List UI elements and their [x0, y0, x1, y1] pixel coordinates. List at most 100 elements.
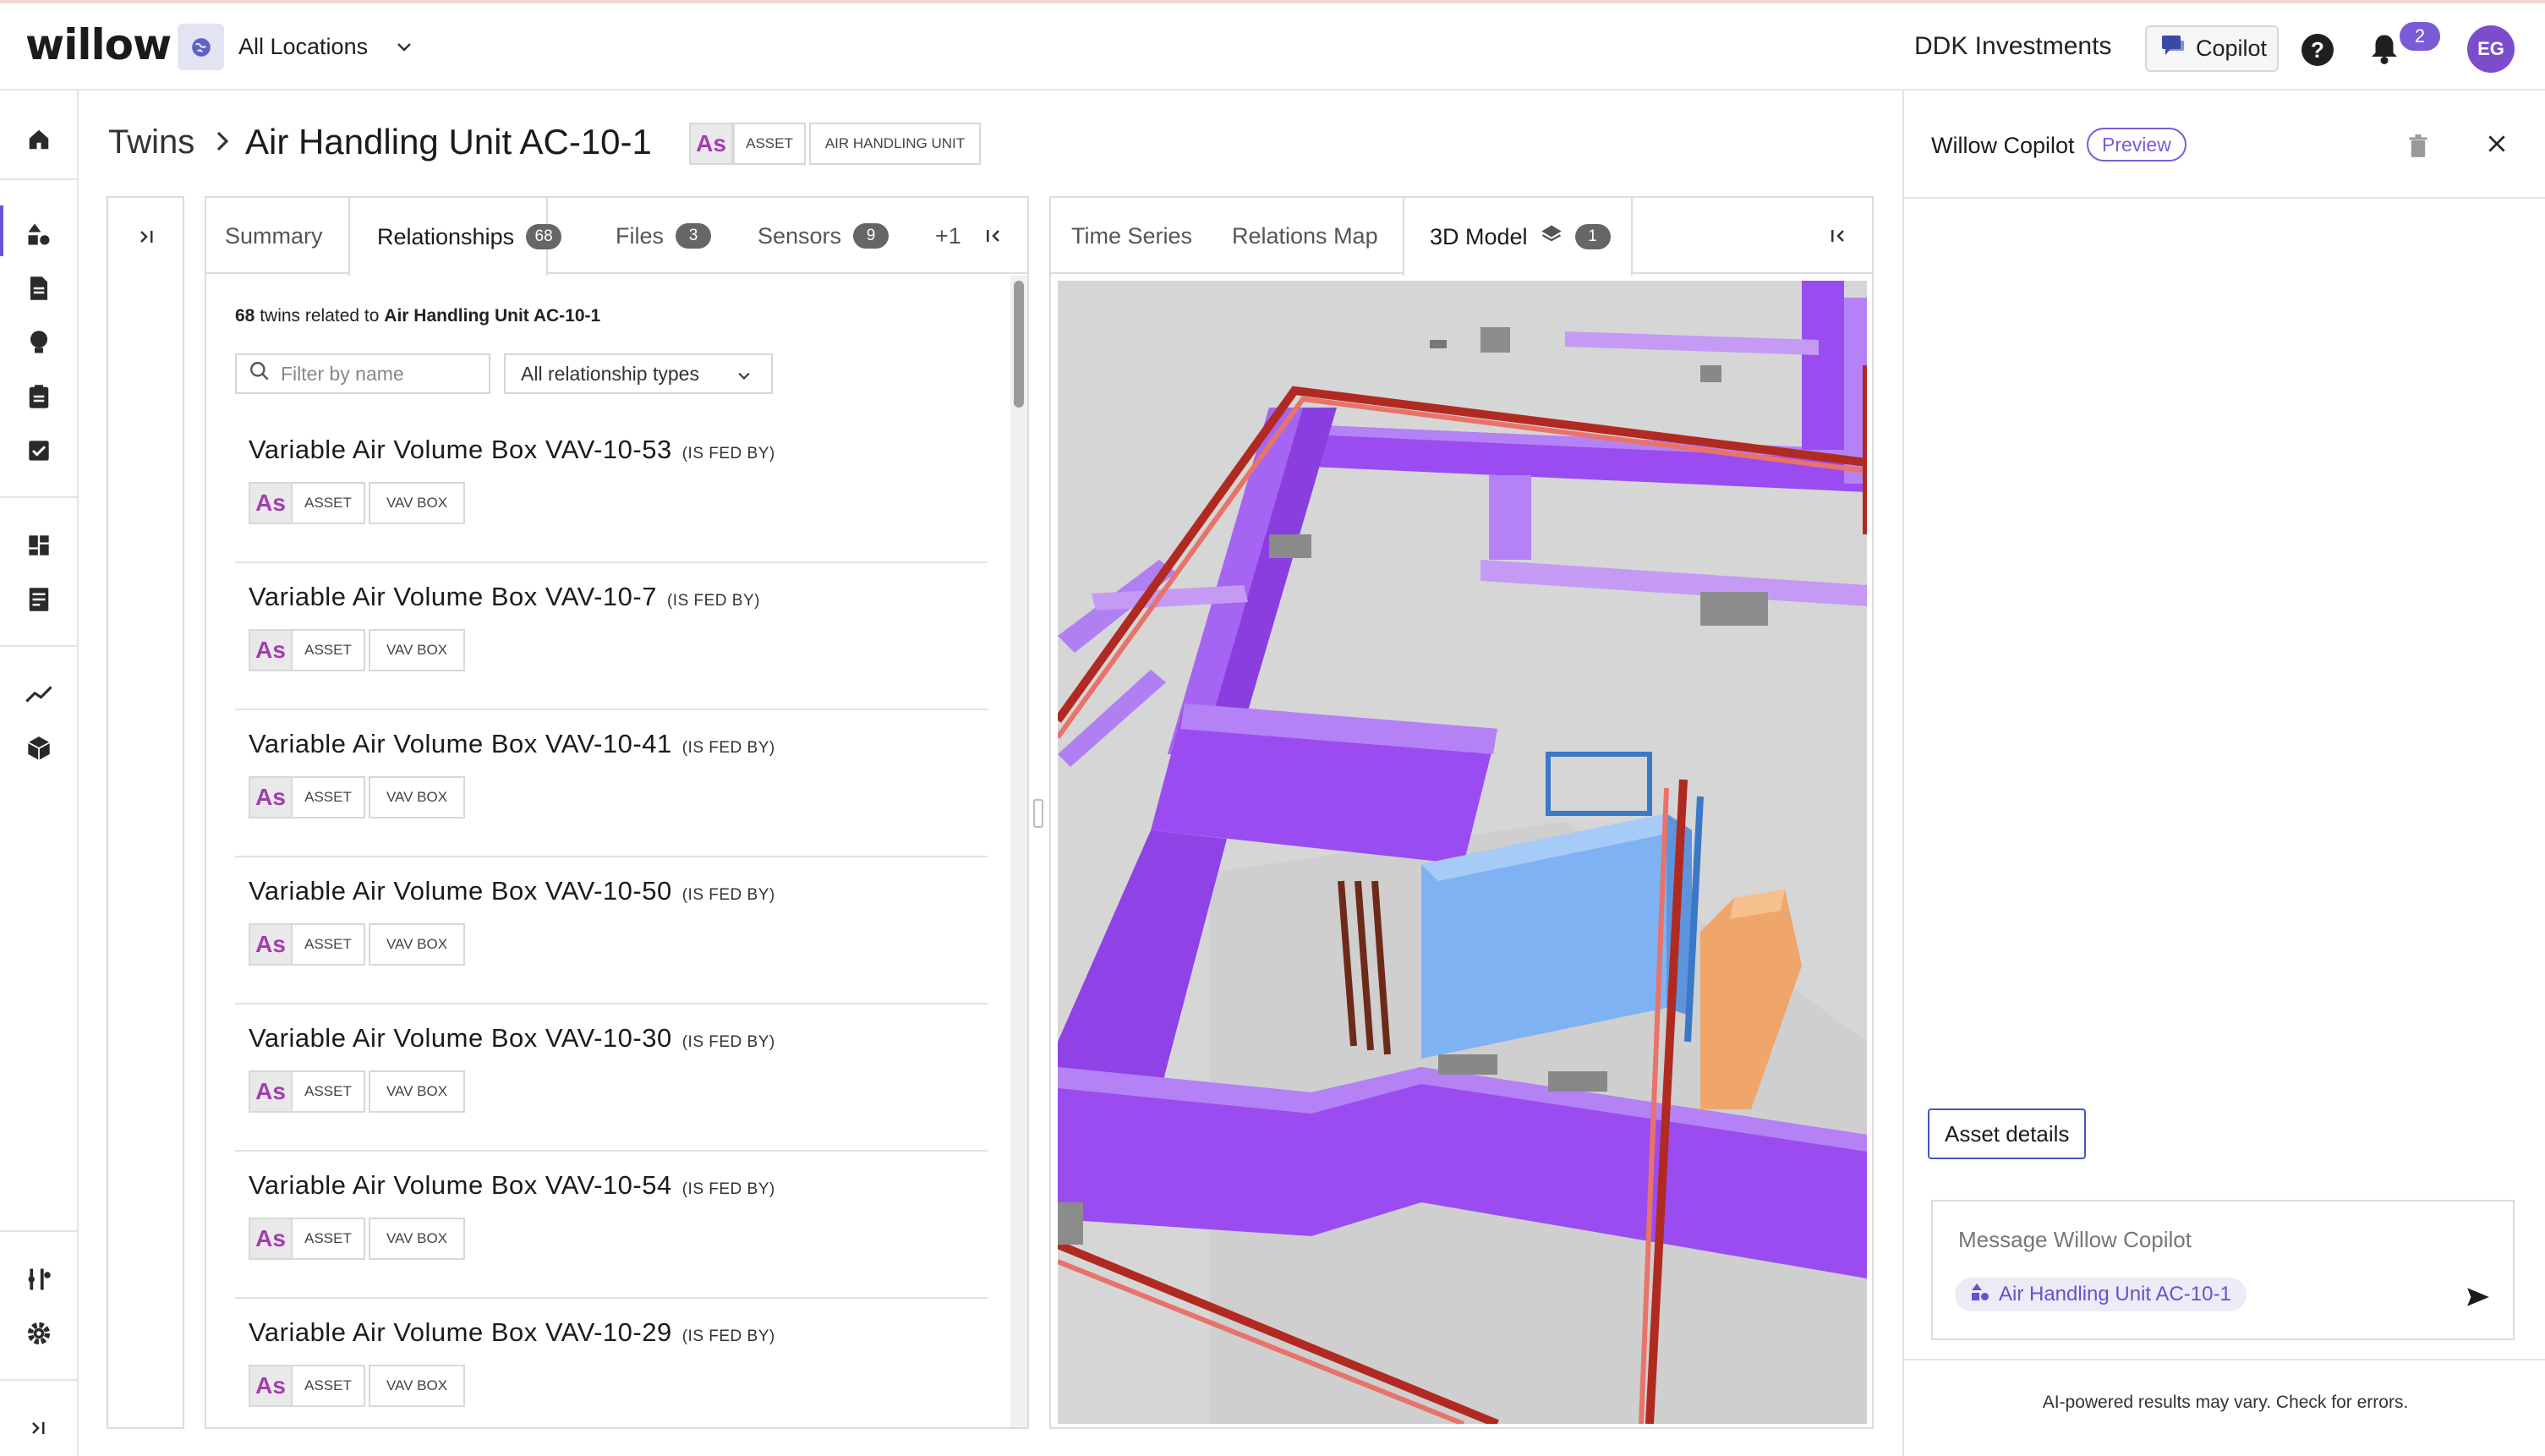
- summary-target: Air Handling Unit AC-10-1: [384, 306, 601, 326]
- relationship-label: (IS FED BY): [681, 1033, 775, 1051]
- category-chip: AIR HANDLING UNIT: [809, 123, 981, 165]
- list-item[interactable]: Variable Air Volume Box VAV-10-50 (IS FED…: [235, 857, 988, 1004]
- asset-chip: ASSET: [291, 482, 365, 524]
- breadcrumb-root[interactable]: Twins: [108, 123, 194, 161]
- chevron-down-icon[interactable]: [394, 37, 414, 62]
- tab-sensors-label: Sensors: [758, 222, 842, 249]
- tab-files[interactable]: Files 3: [616, 198, 712, 274]
- summary-text: twins related to: [260, 306, 380, 326]
- panel-resize-handle[interactable]: [1033, 799, 1043, 828]
- nav-divider: [0, 1379, 79, 1381]
- list-item[interactable]: Variable Air Volume Box VAV-10-53 (IS FED…: [235, 416, 988, 563]
- relationship-label: (IS FED BY): [681, 1180, 775, 1198]
- list-item[interactable]: Variable Air Volume Box VAV-10-7 (IS FED …: [235, 563, 988, 710]
- location-selector[interactable]: All Locations: [238, 34, 368, 60]
- tab-summary[interactable]: Summary: [225, 198, 323, 274]
- twin-name[interactable]: Variable Air Volume Box VAV-10-53: [249, 435, 672, 464]
- tab-relations-map[interactable]: Relations Map: [1232, 198, 1378, 274]
- twins-icon[interactable]: [24, 219, 54, 249]
- category-chip: VAV BOX: [369, 776, 465, 818]
- sensors-count-badge: 9: [853, 223, 889, 249]
- asset-chip: ASSET: [291, 1365, 365, 1407]
- preview-badge: Preview: [2087, 128, 2187, 161]
- category-chip: VAV BOX: [369, 629, 465, 671]
- clipboard-icon[interactable]: [24, 381, 54, 412]
- tab-more[interactable]: +1: [935, 198, 961, 274]
- list-item[interactable]: Variable Air Volume Box VAV-10-30 (IS FED…: [235, 1004, 988, 1152]
- settings-gear-icon[interactable]: [24, 1318, 54, 1349]
- tasks-check-icon[interactable]: [24, 435, 54, 466]
- model-count-badge: 1: [1574, 224, 1611, 249]
- category-chip: VAV BOX: [369, 1070, 465, 1113]
- reports-icon[interactable]: [24, 584, 54, 615]
- organization-name: DDK Investments: [1914, 32, 2112, 60]
- asset-type-badge: As: [249, 482, 291, 524]
- copilot-footer-divider: [1904, 1359, 2545, 1360]
- 3d-model-render[interactable]: [1058, 281, 1867, 1424]
- list-item[interactable]: Variable Air Volume Box VAV-10-29 (IS FED…: [235, 1299, 988, 1422]
- asset-details-suggestion-button[interactable]: Asset details: [1928, 1108, 2087, 1159]
- asset-type-badge: As: [249, 629, 291, 671]
- tab-time-series[interactable]: Time Series: [1071, 198, 1192, 274]
- copilot-message-input[interactable]: Message Willow Copilot Air Handling Unit…: [1931, 1200, 2515, 1340]
- document-icon[interactable]: [24, 273, 54, 304]
- nav-divider: [0, 645, 79, 647]
- globe-icon[interactable]: [178, 24, 224, 70]
- twin-name[interactable]: Variable Air Volume Box VAV-10-54: [249, 1170, 672, 1200]
- bell-icon[interactable]: [2369, 32, 2400, 70]
- twin-name[interactable]: Variable Air Volume Box VAV-10-41: [249, 729, 672, 758]
- close-icon[interactable]: [2486, 133, 2508, 159]
- relationship-type-value: All relationship types: [521, 362, 699, 385]
- scrollbar-thumb[interactable]: [1014, 281, 1024, 408]
- relationship-type-select[interactable]: All relationship types: [504, 353, 773, 394]
- list-item[interactable]: Variable Air Volume Box VAV-10-54 (IS FED…: [235, 1152, 988, 1299]
- category-chip: VAV BOX: [369, 923, 465, 966]
- list-item[interactable]: Variable Air Volume Box VAV-10-41 (IS FED…: [235, 710, 988, 857]
- collapse-panel-icon[interactable]: [1827, 226, 1847, 250]
- avatar[interactable]: EG: [2467, 25, 2515, 73]
- asset-chip: ASSET: [291, 1070, 365, 1113]
- relationship-label: (IS FED BY): [681, 1327, 775, 1345]
- tab-relations-map-label: Relations Map: [1232, 222, 1378, 249]
- trend-line-icon[interactable]: [24, 679, 54, 709]
- twin-name[interactable]: Variable Air Volume Box VAV-10-50: [249, 876, 672, 906]
- ai-disclaimer: AI-powered results may vary. Check for e…: [2042, 1393, 2409, 1412]
- twin-name[interactable]: Variable Air Volume Box VAV-10-29: [249, 1317, 672, 1347]
- notification-badge: 2: [2400, 22, 2440, 51]
- chevron-right-icon: [213, 129, 232, 158]
- search-icon: [249, 360, 271, 387]
- relationships-summary: 68 twins related to Air Handling Unit AC…: [235, 306, 600, 326]
- category-chip: VAV BOX: [369, 1218, 465, 1260]
- expand-panel-icon[interactable]: [137, 227, 157, 251]
- message-placeholder: Message Willow Copilot: [1958, 1227, 2192, 1252]
- 3d-model-viewport[interactable]: [1058, 281, 1867, 1424]
- integrations-icon[interactable]: [24, 1264, 54, 1295]
- collapse-panel-icon[interactable]: [982, 226, 1003, 250]
- send-icon[interactable]: [2466, 1286, 2491, 1312]
- relationship-label: (IS FED BY): [681, 445, 775, 463]
- twin-name[interactable]: Variable Air Volume Box VAV-10-30: [249, 1023, 672, 1053]
- copilot-button-label: Copilot: [2196, 36, 2268, 61]
- tab-relationships[interactable]: Relationships 68: [348, 198, 562, 276]
- tab-summary-label: Summary: [225, 222, 323, 249]
- copilot-button[interactable]: Copilot: [2145, 25, 2279, 72]
- cube-icon[interactable]: [24, 733, 54, 764]
- insights-bulb-icon[interactable]: [24, 327, 54, 358]
- asset-type-badge: As: [249, 1365, 291, 1407]
- context-chip[interactable]: Air Handling Unit AC-10-1: [1955, 1278, 2247, 1311]
- tab-3d-model[interactable]: 3D Model 1: [1403, 198, 1633, 276]
- relationship-label: (IS FED BY): [666, 592, 760, 610]
- page-title: Air Handling Unit AC-10-1: [245, 122, 652, 161]
- trash-icon[interactable]: [2408, 134, 2428, 162]
- help-icon[interactable]: ?: [2301, 34, 2334, 66]
- tab-sensors[interactable]: Sensors 9: [758, 198, 889, 274]
- list-scrollbar[interactable]: [1010, 276, 1027, 1427]
- willow-logo[interactable]: willow: [25, 20, 172, 69]
- home-icon[interactable]: [24, 124, 54, 155]
- twin-name[interactable]: Variable Air Volume Box VAV-10-7: [249, 582, 657, 611]
- expand-nav-icon[interactable]: [24, 1413, 54, 1443]
- layers-icon: [1540, 222, 1563, 252]
- filter-by-name-input[interactable]: Filter by name: [235, 353, 490, 394]
- twins-icon: [1970, 1282, 1990, 1308]
- dashboard-icon[interactable]: [24, 530, 54, 561]
